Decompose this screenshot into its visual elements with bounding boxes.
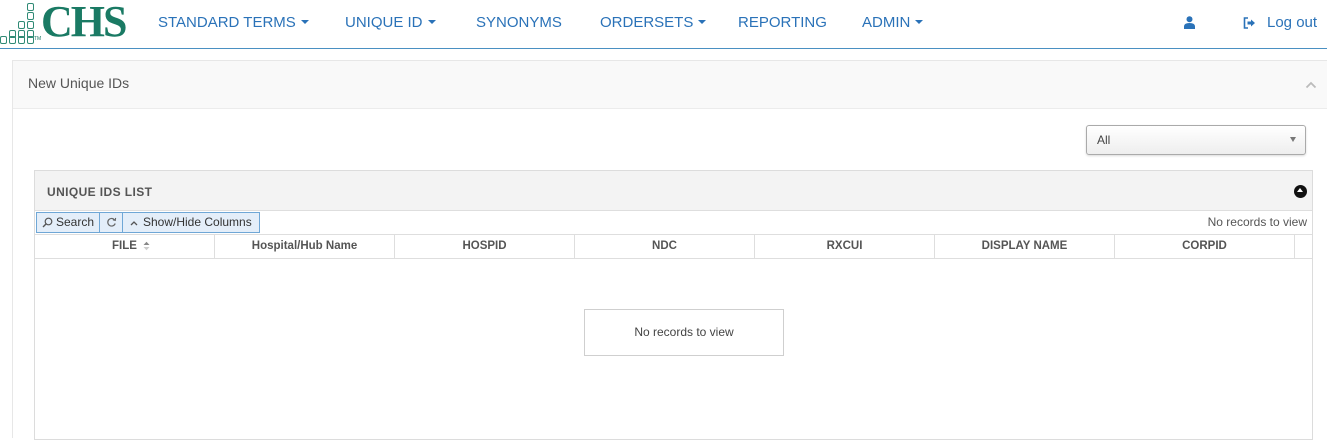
caret-down-icon (427, 20, 436, 25)
nav-ordersets[interactable]: ORDERSETS (600, 14, 707, 32)
nav-unique-id[interactable]: UNIQUE ID (345, 14, 436, 32)
empty-records-message: No records to view (584, 309, 784, 356)
nav-standard-terms[interactable]: STANDARD TERMS (158, 14, 309, 32)
panel-header: New Unique IDs (13, 61, 1327, 109)
search-label: Search (56, 215, 95, 229)
nav-label: UNIQUE ID (345, 14, 423, 31)
caret-down-icon (300, 20, 309, 25)
panel-title: New Unique IDs (28, 75, 130, 91)
collapse-circle-icon[interactable] (1294, 185, 1307, 198)
user-icon[interactable] (1184, 16, 1195, 29)
column-header-corpid[interactable]: CORPID (1115, 235, 1295, 259)
caret-down-icon (698, 20, 707, 25)
search-icon (42, 217, 53, 228)
new-unique-ids-panel: New Unique IDs All UNIQUE IDS LIST Searc… (12, 60, 1327, 440)
column-header-hospid[interactable]: HOSPID (395, 235, 575, 259)
nav-label: REPORTING (738, 14, 827, 31)
refresh-button[interactable] (99, 212, 123, 233)
column-header-display-name[interactable]: DISPLAY NAME (935, 235, 1115, 259)
grid-header-row: FILE Hospital/Hub Name HOSPID NDC RXCUI … (35, 235, 1312, 259)
nav-label: ORDERSETS (600, 14, 694, 31)
logo-text: CHS (41, 0, 127, 46)
column-label: HOSPID (462, 240, 507, 252)
nav-admin[interactable]: ADMIN (862, 14, 924, 32)
chevron-up-icon[interactable] (1305, 79, 1317, 91)
logout-link[interactable]: Log out (1243, 14, 1317, 32)
show-hide-columns-label: Show/Hide Columns (143, 215, 252, 229)
caret-down-icon (915, 20, 924, 25)
column-label: NDC (652, 240, 677, 252)
column-header-rxcui[interactable]: RXCUI (755, 235, 935, 259)
records-info: No records to view (1207, 215, 1307, 229)
search-button[interactable]: Search (36, 212, 100, 233)
unique-ids-grid: UNIQUE IDS LIST Search Show/Hide Columns… (34, 170, 1313, 440)
grid-toolbar: Search Show/Hide Columns No records to v… (35, 211, 1312, 235)
sort-icon (143, 241, 150, 251)
column-header-hospital-hub-name[interactable]: Hospital/Hub Name (215, 235, 395, 259)
nav-synonyms[interactable]: SYNONYMS (476, 14, 562, 32)
column-label: Hospital/Hub Name (251, 240, 358, 252)
nav-reporting[interactable]: REPORTING (738, 14, 827, 32)
nav-label: SYNONYMS (476, 14, 562, 31)
nav-label: ADMIN (862, 14, 911, 31)
grid-title: UNIQUE IDS LIST (47, 185, 153, 199)
sign-out-icon (1243, 17, 1255, 29)
file-filter-select[interactable]: All (1086, 125, 1306, 155)
select-value: All (1097, 133, 1111, 147)
grid-caption: UNIQUE IDS LIST (35, 171, 1312, 211)
chs-logo[interactable]: TM CHS (0, 0, 130, 46)
top-navbar: TM CHS STANDARD TERMS UNIQUE ID SYNONYMS… (0, 0, 1327, 49)
column-label: FILE (112, 240, 137, 252)
nav-label: STANDARD TERMS (158, 14, 296, 31)
column-header-file[interactable]: FILE (35, 235, 215, 259)
show-hide-columns-button[interactable]: Show/Hide Columns (122, 212, 260, 233)
column-label: DISPLAY NAME (981, 240, 1068, 252)
column-header-ndc[interactable]: NDC (575, 235, 755, 259)
dropdown-arrow-icon (1290, 137, 1296, 142)
logout-label: Log out (1267, 14, 1318, 31)
refresh-icon (107, 217, 117, 227)
column-label: RXCUI (826, 240, 863, 252)
chevron-up-icon (130, 221, 138, 226)
column-label: CORPID (1182, 240, 1227, 252)
